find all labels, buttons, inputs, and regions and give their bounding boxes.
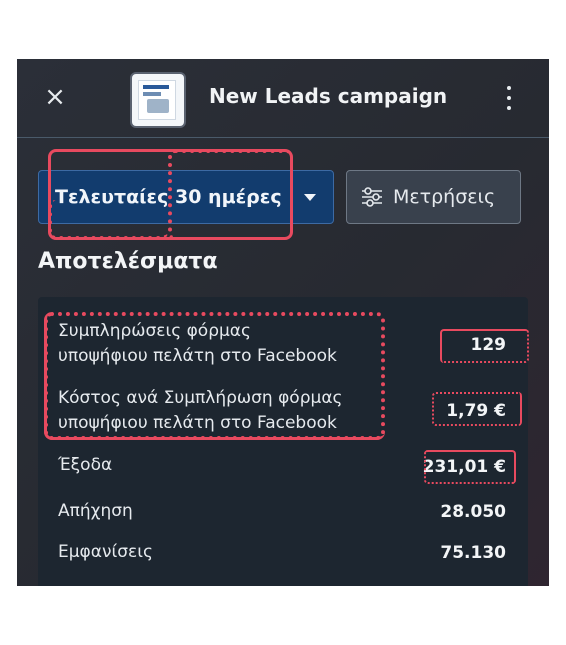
result-value: 28.050 <box>440 502 506 522</box>
highlight-frame <box>424 450 516 484</box>
close-icon[interactable]: × <box>43 84 67 110</box>
highlight-frame <box>440 329 529 363</box>
campaign-thumbnail <box>130 72 186 128</box>
result-label: Εμφανίσεις <box>58 542 153 562</box>
caret-down-icon <box>304 194 316 201</box>
thumbnail-image <box>138 80 176 120</box>
thumbnail-bar <box>143 85 169 89</box>
metrics-label: Μετρήσεις <box>393 186 496 208</box>
result-value: 75.130 <box>440 543 506 563</box>
highlight-frame <box>168 149 293 240</box>
page-title: New Leads campaign <box>209 84 448 108</box>
thumbnail-bar <box>143 92 161 96</box>
highlight-frame <box>432 392 522 426</box>
metrics-button[interactable]: Μετρήσεις <box>346 170 521 224</box>
result-label: Έξοδα <box>58 455 113 475</box>
thumbnail-photo <box>147 99 169 113</box>
highlight-frame <box>48 200 168 240</box>
result-label: Απήχηση <box>58 501 133 521</box>
header: × New Leads campaign <box>17 59 549 138</box>
more-vertical-icon[interactable] <box>499 83 519 113</box>
highlight-frame <box>44 312 385 440</box>
sliders-icon <box>362 187 382 207</box>
results-heading: Αποτελέσματα <box>38 249 218 274</box>
